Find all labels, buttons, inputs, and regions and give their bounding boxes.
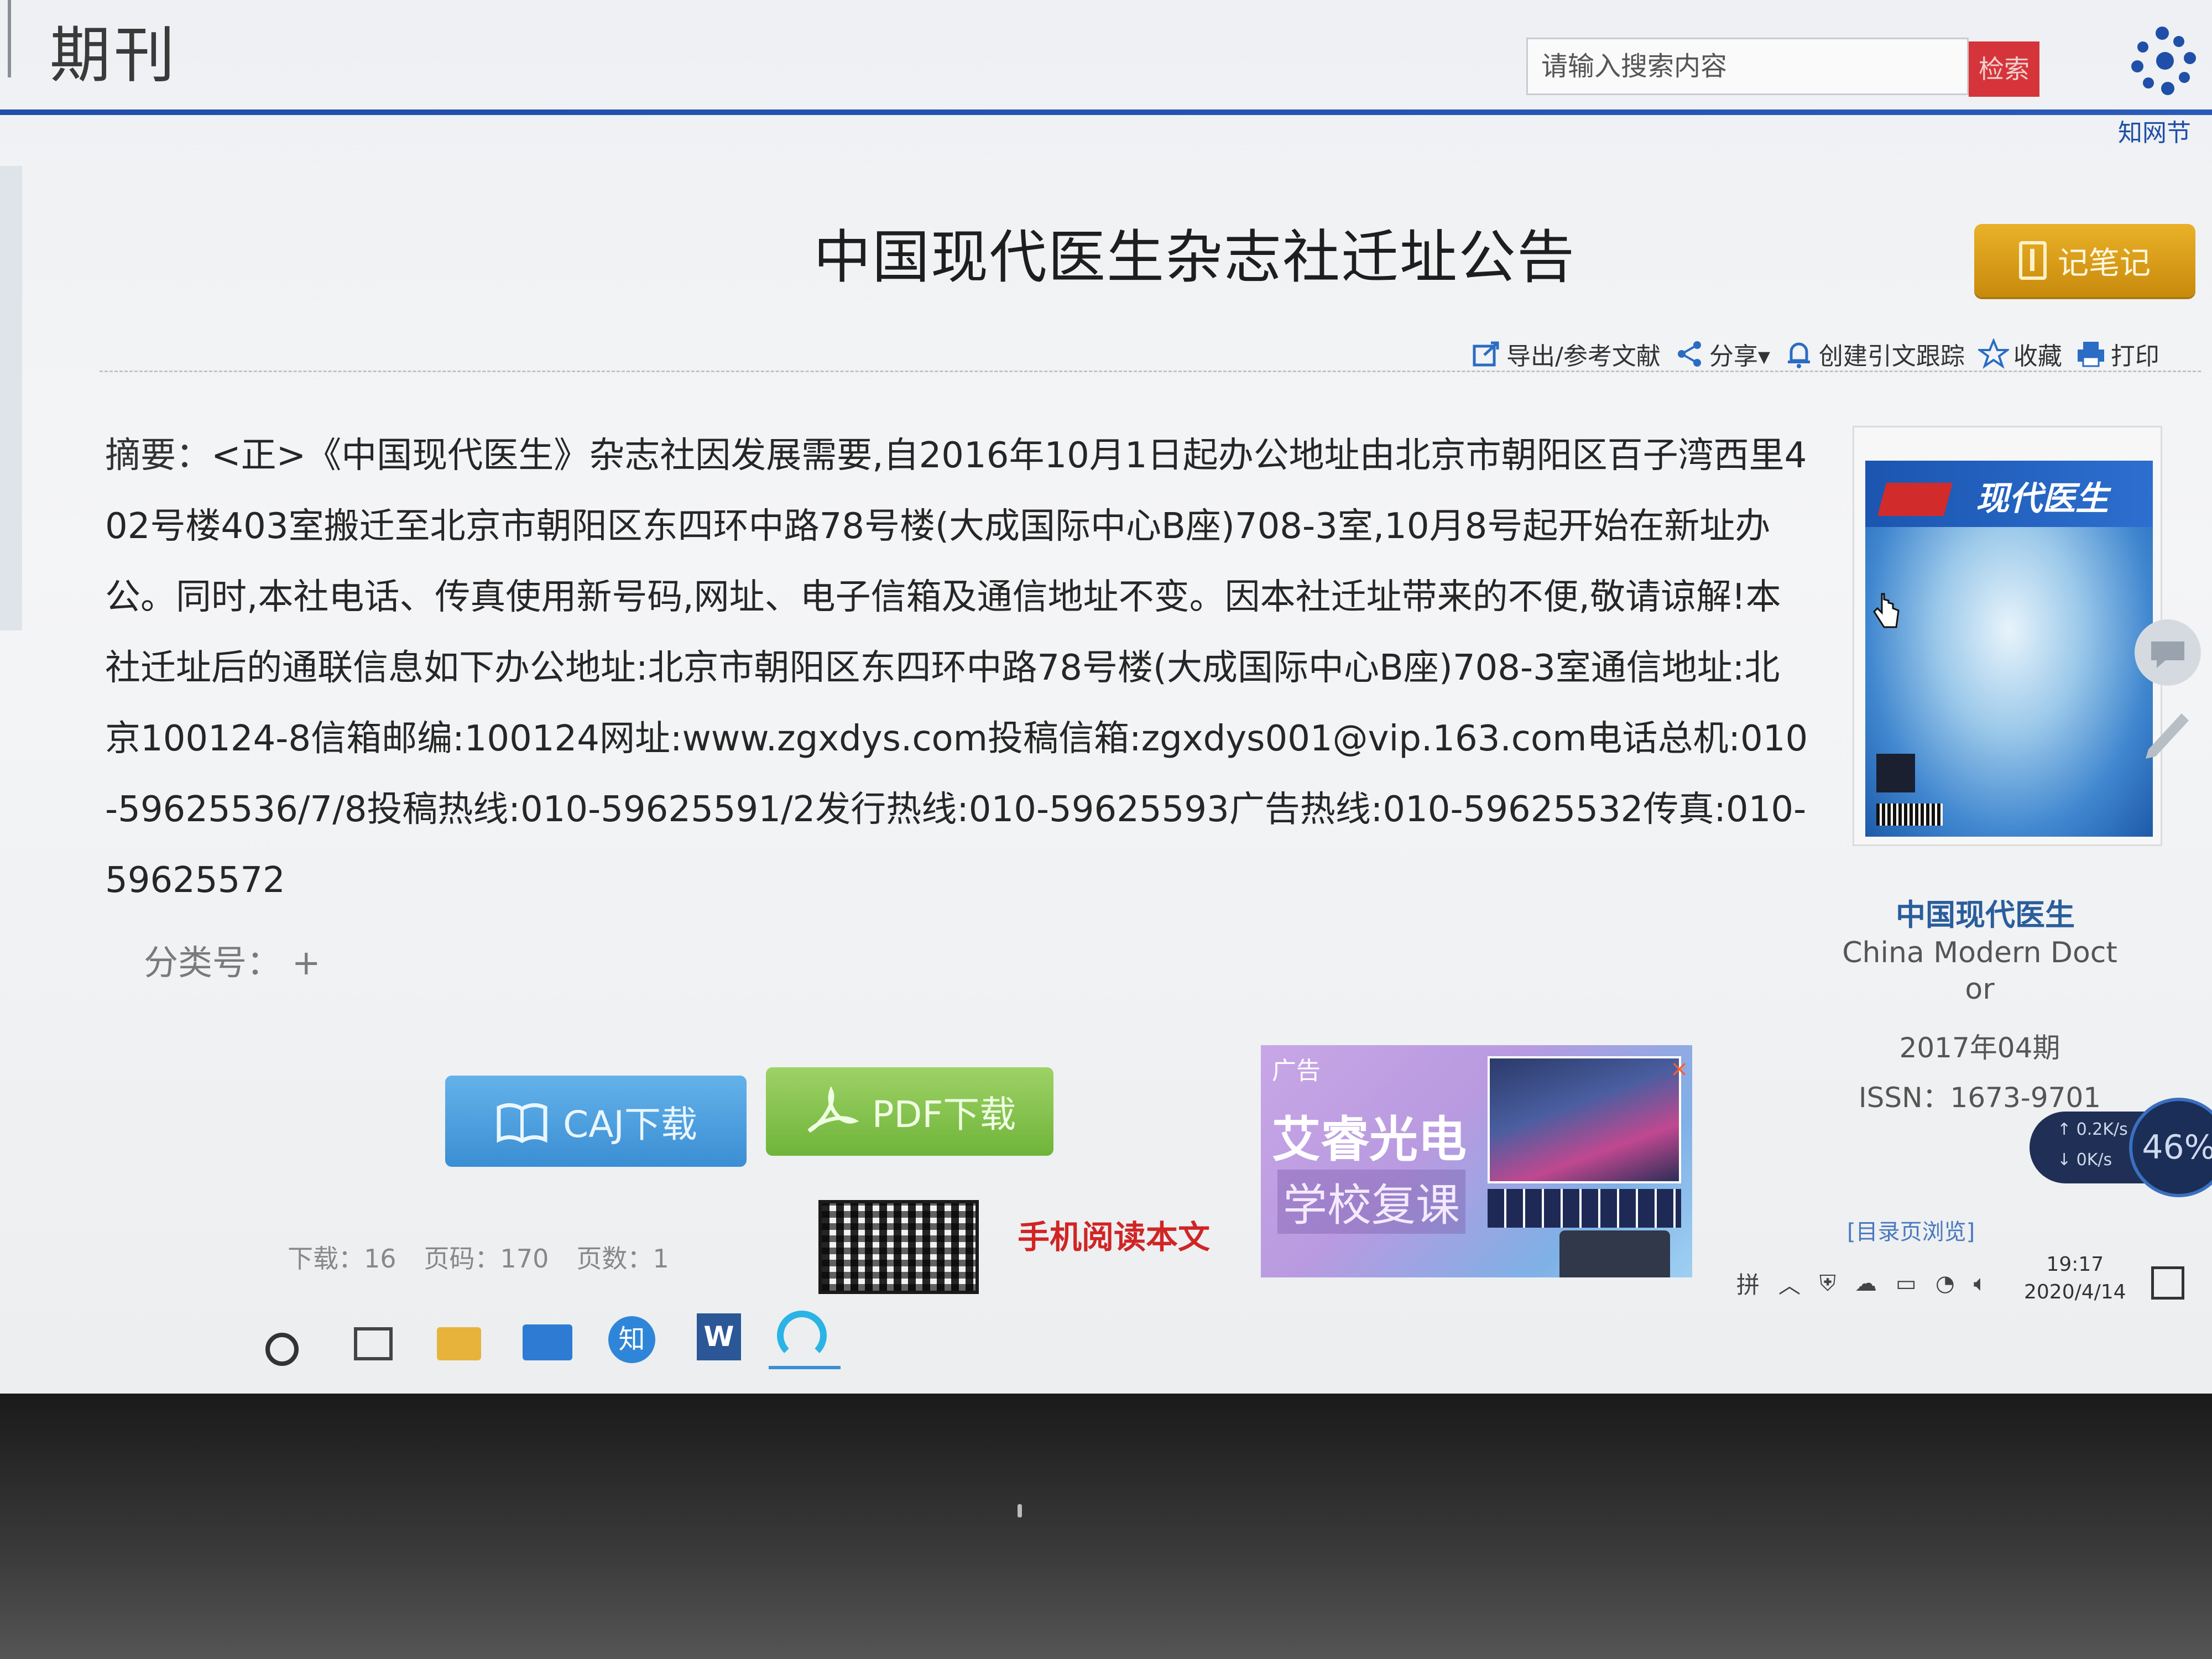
edit-pen-icon[interactable] <box>2135 697 2201 763</box>
section-title: 期刊 <box>50 20 178 91</box>
favorite-label: 收藏 <box>2013 342 2062 371</box>
export-icon <box>1473 341 1499 367</box>
screen: 期刊 检索 知网节 中国现代医生杂志社迁址公告 记笔记 导出/参考文献 分享▾ <box>0 0 2212 1394</box>
search-input[interactable] <box>1528 39 1967 93</box>
browser-360-icon[interactable] <box>777 1311 827 1360</box>
ad-device-image <box>1559 1230 1670 1277</box>
create-citation-tracking-button[interactable]: 创建引文跟踪 <box>1783 336 1965 372</box>
star-icon <box>1978 338 2009 369</box>
clock-date: 2020/4/14 <box>2024 1281 2126 1303</box>
battery-icon[interactable]: ▭ <box>1896 1271 1917 1296</box>
search-button[interactable]: 检索 <box>1969 41 2039 97</box>
caj-download-label: CAJ下载 <box>563 1103 697 1146</box>
share-label: 分享▾ <box>1709 342 1770 371</box>
header-rule <box>0 109 2212 115</box>
notification-center-icon[interactable] <box>2151 1266 2184 1300</box>
take-note-label: 记笔记 <box>2058 245 2151 281</box>
clock-time: 19:17 <box>2046 1253 2104 1276</box>
bezel-indicator <box>1018 1504 1022 1517</box>
track-label: 创建引文跟踪 <box>1818 342 1965 371</box>
zhi-app-icon[interactable]: 知 <box>608 1316 655 1363</box>
article-toolbar: 导出/参考文献 分享▾ 创建引文跟踪 收藏 打印 <box>1471 332 2159 376</box>
header: 期刊 检索 知网节 <box>0 0 2212 147</box>
left-edge-bar <box>8 0 11 77</box>
ad-photo-strip <box>1488 1189 1681 1228</box>
print-label: 打印 <box>2110 342 2159 371</box>
bell-icon <box>1787 342 1810 368</box>
search-box[interactable] <box>1526 38 1969 95</box>
title-divider <box>100 371 2201 372</box>
cloud-icon[interactable]: ☁ <box>1855 1271 1877 1296</box>
ad-photo <box>1488 1056 1681 1183</box>
abstract-text: <正>《中国现代医生》杂志社因发展需要,自2016年10月1日起办公地址由北京市… <box>105 435 1808 901</box>
ad-close-icon[interactable]: × <box>1670 1056 1689 1082</box>
advertisement-banner[interactable]: 广告 艾睿光电 学校复课 × <box>1261 1045 1692 1277</box>
cover-qr-code <box>1876 754 1915 792</box>
toc-browse-link[interactable]: [目录页浏览] <box>1847 1214 1975 1246</box>
open-book-icon <box>497 1103 547 1143</box>
page-count: 页数：1 <box>576 1244 669 1274</box>
logo-text: 知网节 <box>2118 119 2191 147</box>
active-app-indicator <box>769 1366 841 1369</box>
system-tray: 拼 ︿ ⛨ ☁ ▭ ◔ 🔈︎ <box>1736 1266 1987 1300</box>
journal-issue[interactable]: 2017年04期 <box>1841 1026 2118 1066</box>
cover-title: 现代医生 <box>1976 479 2109 518</box>
print-button[interactable]: 打印 <box>2075 336 2159 372</box>
file-explorer-icon[interactable] <box>437 1327 481 1360</box>
windows-search-icon[interactable] <box>265 1333 299 1366</box>
notebook-icon <box>2019 241 2047 280</box>
cnki-logo-icon[interactable]: 知网节 <box>2112 11 2212 149</box>
favorite-button[interactable]: 收藏 <box>1978 336 2062 372</box>
printer-icon <box>2077 342 2104 367</box>
chevron-up-icon[interactable]: ︿ <box>1778 1267 1801 1300</box>
system-clock[interactable]: 19:17 2020/4/14 <box>2024 1251 2126 1306</box>
journal-cover[interactable]: 现代医生 <box>1853 426 2162 846</box>
taskbar <box>0 1294 2212 1394</box>
share-icon <box>1677 341 1701 367</box>
classification-number: 分类号： + <box>144 942 321 983</box>
abstract: 摘要：<正>《中国现代医生》杂志社因发展需要,自2016年10月1日起办公地址由… <box>105 420 1808 916</box>
cover-barcode <box>1876 804 1943 826</box>
word-icon[interactable]: W <box>697 1313 741 1360</box>
page-number: 页码：170 <box>424 1244 549 1274</box>
pdf-download-label: PDF下载 <box>872 1093 1016 1136</box>
article-stats: 下载：16 页码：170 页数：1 <box>288 1239 669 1275</box>
export-label: 导出/参考文献 <box>1506 342 1661 371</box>
article-title: 中国现代医生杂志社迁址公告 <box>813 223 1575 291</box>
laptop-bezel <box>0 1394 2212 1659</box>
download-count: 下载：16 <box>288 1244 397 1274</box>
mobile-read-link[interactable]: 手机阅读本文 <box>1018 1211 1210 1258</box>
ime-indicator[interactable]: 拼 <box>1736 1266 1760 1300</box>
mail-icon[interactable] <box>523 1324 572 1360</box>
task-view-icon[interactable] <box>354 1327 393 1360</box>
mobile-qr-code <box>818 1200 979 1294</box>
left-panel-edge <box>0 166 22 630</box>
cover-red-mark <box>1877 483 1953 516</box>
shield-icon[interactable]: ⛨ <box>1819 1271 1836 1296</box>
wifi-icon[interactable]: ◔ <box>1936 1271 1955 1296</box>
feedback-chat-icon[interactable] <box>2135 619 2201 686</box>
caj-download-button[interactable]: CAJ下载 <box>445 1076 747 1167</box>
take-note-button[interactable]: 记笔记 <box>1974 224 2195 297</box>
upload-speed: ↑ 0.2K/s <box>2057 1120 2128 1139</box>
share-button[interactable]: 分享▾ <box>1674 336 1770 372</box>
ad-headline: 艾睿光电 <box>1272 1111 1467 1168</box>
pdf-icon <box>807 1087 859 1133</box>
hand-cursor-icon <box>1873 593 1900 628</box>
abstract-label: 摘要： <box>105 435 211 476</box>
journal-issn: ISSN：1673-9701 <box>1858 1082 2101 1114</box>
journal-name-english: China Modern Doct or <box>1842 936 2117 1006</box>
pdf-download-button[interactable]: PDF下载 <box>766 1067 1053 1156</box>
ad-tag: 广告 <box>1272 1057 1321 1085</box>
export-button[interactable]: 导出/参考文献 <box>1471 336 1661 372</box>
volume-icon[interactable]: 🔈︎ <box>1974 1271 1987 1296</box>
journal-name-link[interactable]: 中国现代医生 <box>1847 890 2124 934</box>
download-speed: ↓ 0K/s <box>2057 1150 2112 1170</box>
ad-subline: 学校复课 <box>1277 1170 1465 1234</box>
